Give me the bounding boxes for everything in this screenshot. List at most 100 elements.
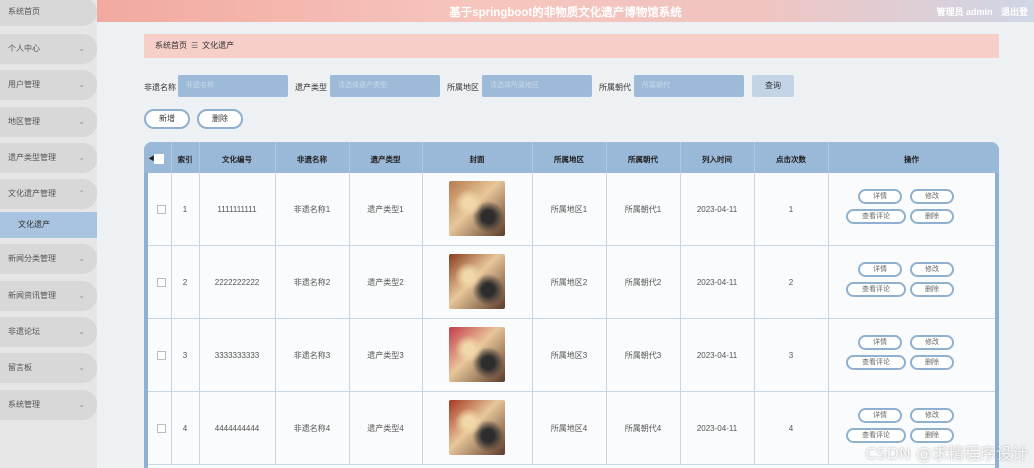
sidebar-item-news[interactable]: 新闻资讯管理 ⌄ (0, 281, 97, 311)
cell-type: 遗产类型3 (367, 351, 404, 360)
edit-button[interactable]: 修改 (910, 408, 954, 423)
cell-dynasty: 所属朝代2 (624, 278, 662, 287)
cell-clicks: 1 (788, 205, 794, 214)
breadcrumb-separator-icon: ☰ (191, 41, 199, 50)
chevron-down-icon: ⌄ (78, 363, 85, 372)
cell-clicks: 2 (788, 278, 794, 287)
cell-region: 所属地区4 (550, 424, 588, 433)
chevron-down-icon: ⌄ (78, 80, 85, 89)
sidebar-item-home[interactable]: 系统首页 (0, 0, 97, 26)
delete-button[interactable]: 删除 (910, 355, 954, 370)
sidebar-item-messages[interactable]: 留言板 ⌄ (0, 353, 97, 383)
cell-name: 非遗名称4 (293, 424, 331, 433)
col-clicks: 点击次数 (776, 155, 806, 164)
main-content: 系统首页 ☰ 文化遗产 非遗名称 非遗名称 遗产类型 请选择遗产类型 所属地区 请选… (97, 22, 1034, 468)
cell-type: 遗产类型1 (367, 205, 404, 214)
cell-date: 2023-04-11 (696, 278, 738, 287)
breadcrumb-home[interactable]: 系统首页 (155, 41, 187, 50)
table-body: 1 1111111111 非遗名称1 遗产类型1 所属地区1 所属朝代1 2023-04-1… (148, 173, 995, 468)
sidebar-item-system[interactable]: 系统管理 ⌄ (0, 390, 97, 420)
table-row: 3 3333333333 非遗名称3 遗产类型3 所属地区3 所属朝代3 2023-04-1… (148, 319, 995, 392)
cover-image (449, 400, 505, 455)
col-actions: 操作 (904, 155, 919, 164)
view-comments-button[interactable]: 查看评论 (846, 355, 906, 370)
cell-dynasty: 所属朝代3 (624, 351, 662, 360)
logout-link[interactable]: 退出登 (1001, 7, 1028, 17)
detail-button[interactable]: 详情 (858, 262, 902, 277)
cell-region: 所属地区1 (550, 205, 588, 214)
detail-button[interactable]: 详情 (858, 335, 902, 350)
cell-type: 遗产类型2 (367, 278, 404, 287)
detail-button[interactable]: 详情 (858, 408, 902, 423)
row-checkbox[interactable] (157, 424, 166, 433)
row-checkbox[interactable] (157, 351, 166, 360)
edit-button[interactable]: 修改 (910, 335, 954, 350)
sidebar-subitem-heritage[interactable]: 文化遗产 (0, 212, 97, 238)
col-cover: 封面 (469, 155, 485, 164)
table-row: 1 1111111111 非遗名称1 遗产类型1 所属地区1 所属朝代1 2023-04-1… (148, 173, 995, 246)
cell-name: 非遗名称1 (293, 205, 331, 214)
view-comments-button[interactable]: 查看评论 (846, 209, 906, 224)
sidebar-item-users[interactable]: 用户管理 ⌄ (0, 70, 97, 100)
cell-clicks: 4 (788, 424, 794, 433)
delete-button[interactable]: 删除 (910, 282, 954, 297)
col-index: 索引 (177, 155, 193, 164)
watermark: CSDN @求精程序设计 (865, 444, 1028, 463)
cell-dynasty: 所属朝代1 (624, 205, 662, 214)
edit-button[interactable]: 修改 (910, 262, 954, 277)
cell-code: 2222222222 (214, 278, 260, 287)
data-table: 索引 文化编号 非遗名称 遗产类型 封面 所属地区 所属朝代 列入时间 点击次数… (144, 142, 999, 468)
cover-image (449, 327, 505, 382)
cell-index: 4 (182, 424, 188, 433)
chevron-down-icon: ⌄ (78, 44, 85, 53)
cell-index: 2 (182, 278, 188, 287)
chevron-down-icon: ⌄ (78, 291, 85, 300)
sidebar-item-regions[interactable]: 地区管理 ⌄ (0, 107, 97, 137)
top-header: 基于springboot的非物质文化遗产博物馆系统 管理员 admin 退出登 (97, 0, 1034, 22)
row-checkbox[interactable] (157, 278, 166, 287)
batch-delete-button[interactable]: 删除 (197, 109, 243, 129)
cell-type: 遗产类型4 (367, 424, 404, 433)
col-name: 非遗名称 (297, 155, 327, 164)
sidebar: 系统首页 个人中心 ⌄ 用户管理 ⌄ 地区管理 ⌄ 遗产类型管理 ⌄ 文化遗产管理 ⌃ 文… (0, 0, 97, 468)
sidebar-item-heritage-types[interactable]: 遗产类型管理 ⌄ (0, 143, 97, 173)
cell-code: 4444444444 (214, 424, 260, 433)
cover-image (449, 254, 505, 309)
cell-date: 2023-04-11 (696, 205, 738, 214)
cell-name: 非遗名称3 (293, 351, 331, 360)
table-row: 2 2222222222 非遗名称2 遗产类型2 所属地区2 所属朝代2 2023-04-1… (148, 246, 995, 319)
dynasty-input[interactable]: 所属朝代 (634, 75, 744, 97)
region-label: 所属地区 (447, 83, 479, 92)
cell-region: 所属地区2 (550, 278, 588, 287)
search-button[interactable]: 查询 (752, 75, 794, 97)
chevron-down-icon: ⌄ (78, 153, 85, 162)
chevron-down-icon: ⌄ (78, 117, 85, 126)
breadcrumb: 系统首页 ☰ 文化遗产 (144, 34, 999, 58)
row-checkbox[interactable] (157, 205, 166, 214)
add-button[interactable]: 新增 (144, 109, 190, 129)
type-select[interactable]: 请选择遗产类型 (330, 75, 440, 97)
sidebar-item-news-categories[interactable]: 新闻分类管理 ⌄ (0, 244, 97, 274)
cell-code: 1111111111 (217, 205, 257, 214)
name-input[interactable]: 非遗名称 (178, 75, 288, 97)
cell-code: 3333333333 (214, 351, 260, 360)
view-comments-button[interactable]: 查看评论 (846, 282, 906, 297)
region-select[interactable]: 请选择所属地区 (482, 75, 592, 97)
detail-button[interactable]: 详情 (858, 189, 902, 204)
col-region: 所属地区 (554, 155, 584, 164)
name-label: 非遗名称 (144, 83, 176, 92)
dynasty-label: 所属朝代 (599, 83, 631, 92)
cell-dynasty: 所属朝代4 (624, 424, 662, 433)
cell-region: 所属地区3 (550, 351, 588, 360)
sidebar-item-forum[interactable]: 非遗论坛 ⌄ (0, 317, 97, 347)
chevron-down-icon: ⌄ (78, 327, 85, 336)
edit-button[interactable]: 修改 (910, 189, 954, 204)
cover-image (449, 181, 505, 236)
col-type: 遗产类型 (370, 155, 401, 164)
cell-date: 2023-04-11 (696, 424, 738, 433)
delete-button[interactable]: 删除 (910, 209, 954, 224)
sidebar-item-profile[interactable]: 个人中心 ⌄ (0, 34, 97, 64)
app-title: 基于springboot的非物质文化遗产博物馆系统 (449, 7, 682, 19)
breadcrumb-current: 文化遗产 (202, 41, 235, 50)
sidebar-item-heritage[interactable]: 文化遗产管理 ⌃ (0, 179, 97, 209)
